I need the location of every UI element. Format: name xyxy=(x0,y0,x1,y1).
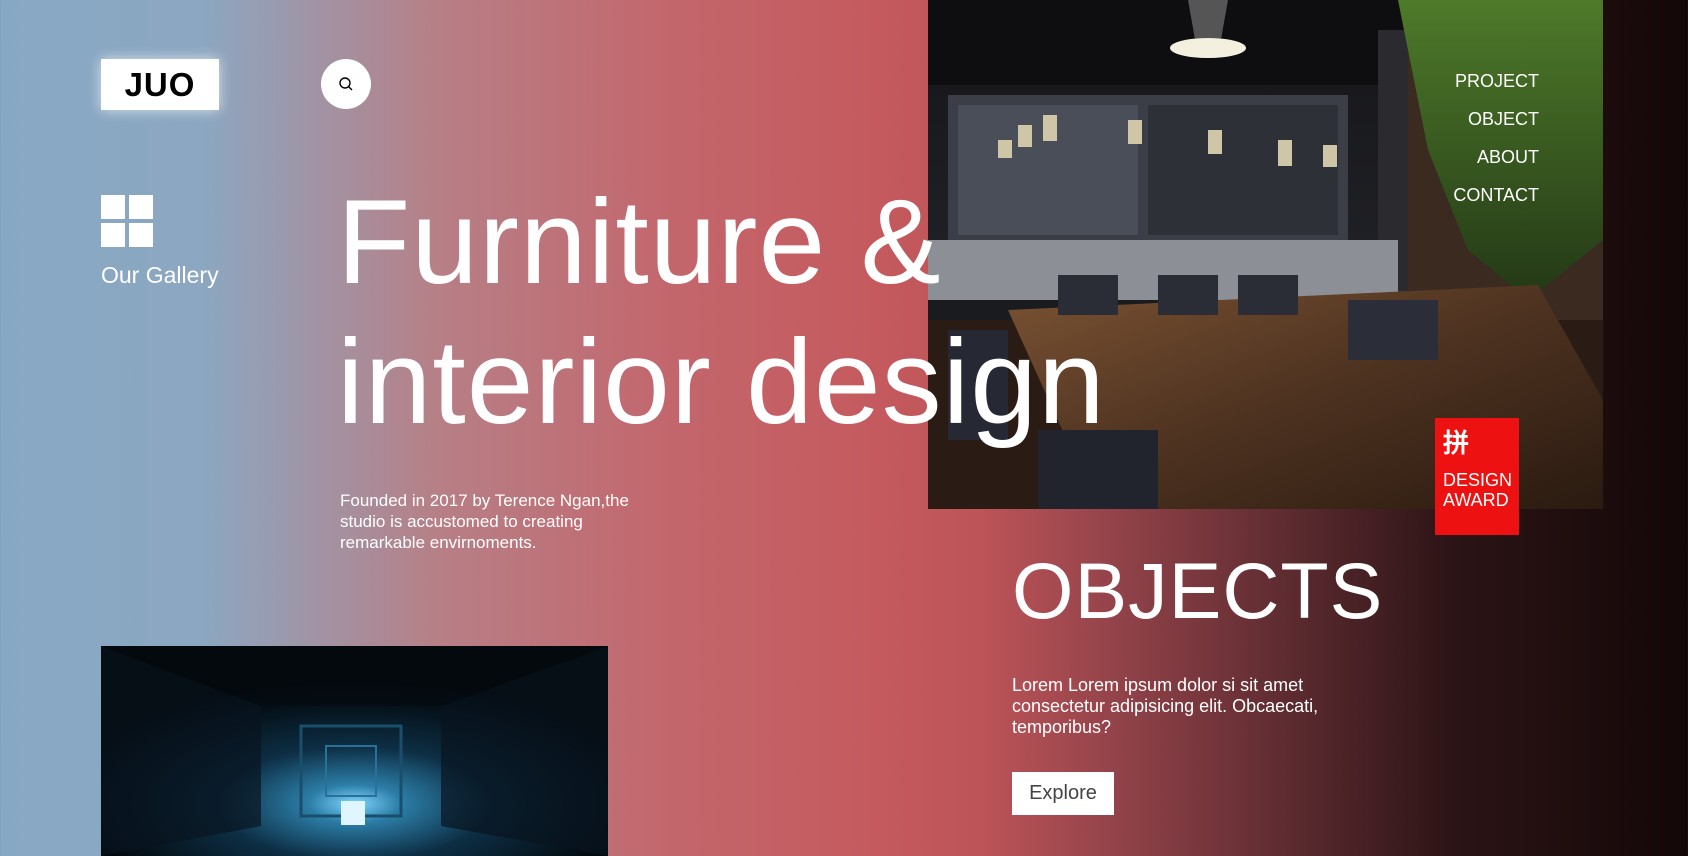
award-logo: 拼 xyxy=(1443,428,1470,458)
hero-title-line-1: Furniture & xyxy=(337,175,942,309)
main-nav: PROJECT OBJECT ABOUT CONTACT xyxy=(1453,62,1539,214)
hero-description: Founded in 2017 by Terence Ngan,the stud… xyxy=(340,491,629,552)
tunnel-image xyxy=(101,646,608,856)
design-award-badge: 拼 DESIGN AWARD xyxy=(1435,418,1519,535)
objects-title: OBJECTS xyxy=(1012,546,1384,635)
nav-contact[interactable]: CONTACT xyxy=(1453,176,1539,214)
logo[interactable]: JUO xyxy=(101,59,219,110)
award-label: DESIGN AWARD xyxy=(1443,470,1513,510)
search-icon xyxy=(339,77,353,91)
grid-icon[interactable] xyxy=(101,195,153,247)
nav-object[interactable]: OBJECT xyxy=(1453,100,1539,138)
hero-title: Furniture & interior design xyxy=(337,172,1106,452)
nav-about[interactable]: ABOUT xyxy=(1453,138,1539,176)
award-label-line-1: DESIGN xyxy=(1443,470,1513,490)
search-button[interactable] xyxy=(321,59,371,109)
gallery-link[interactable]: Our Gallery xyxy=(101,262,221,288)
objects-description: Lorem Lorem ipsum dolor si sit amet cons… xyxy=(1012,675,1319,737)
award-label-line-2: AWARD xyxy=(1443,490,1509,510)
explore-button[interactable]: Explore xyxy=(1012,772,1114,815)
hero-title-line-2: interior design xyxy=(337,315,1106,449)
nav-project[interactable]: PROJECT xyxy=(1453,62,1539,100)
